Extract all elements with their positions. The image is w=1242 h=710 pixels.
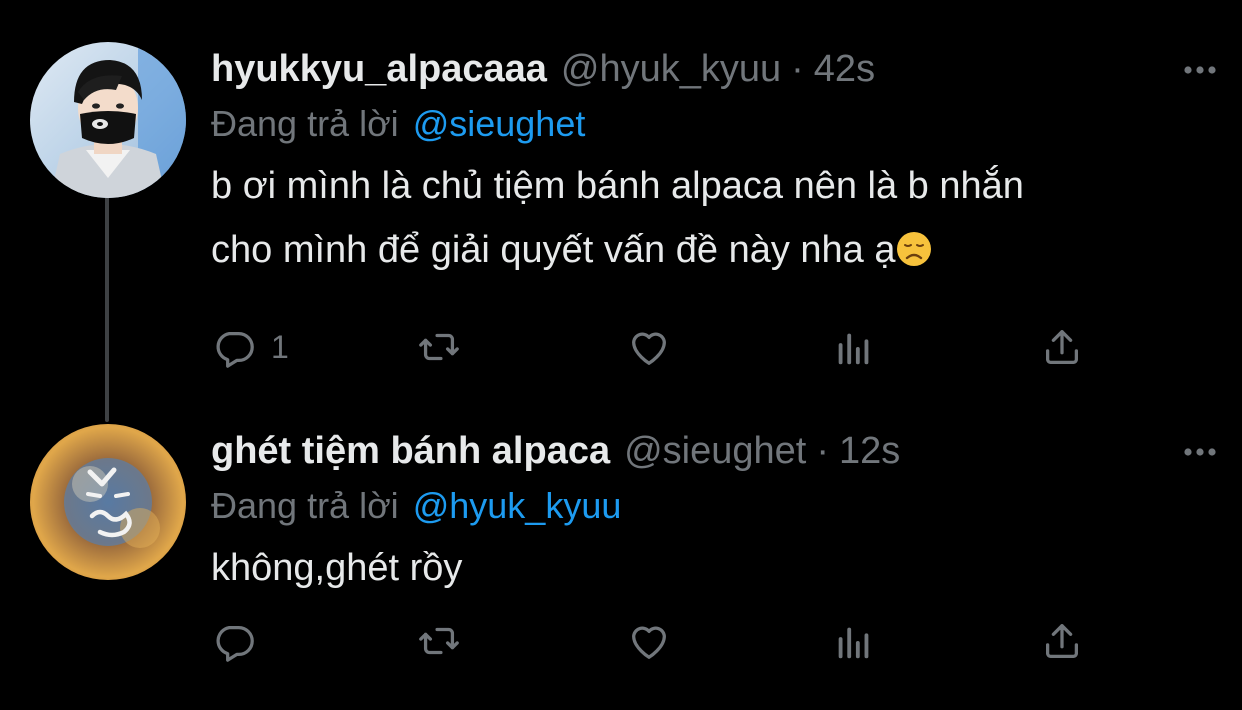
- tweet-content: hyukkyu_alpacaaa @hyuk_kyuu · 42s Đang t…: [211, 38, 1201, 282]
- thread-connector-line: [105, 196, 109, 422]
- tweet-text-content: không,ghét rồy: [211, 547, 463, 589]
- more-icon[interactable]: [1180, 60, 1220, 80]
- reply-count: 1: [271, 328, 289, 365]
- heart-icon: [632, 332, 666, 365]
- replying-to-label: Đang trả lời: [211, 485, 399, 526]
- tweet-content: ghét tiệm bánh alpaca @sieughet · 12s Đa…: [211, 420, 1201, 600]
- display-name[interactable]: ghét tiệm bánh alpaca: [211, 430, 610, 473]
- separator-dot: ·: [816, 429, 829, 472]
- like-button[interactable]: [626, 322, 672, 372]
- like-button[interactable]: [626, 616, 672, 666]
- tweet-header: ghét tiệm bánh alpaca @sieughet · 12s: [211, 420, 1201, 482]
- replying-to: Đang trả lời @hyuk_kyuu: [211, 482, 1201, 530]
- reply-mention-link[interactable]: @hyuk_kyuu: [413, 485, 622, 526]
- retweet-button[interactable]: [416, 616, 462, 666]
- retweet-button[interactable]: [416, 322, 462, 372]
- views-button[interactable]: [831, 322, 877, 372]
- tweet-header: hyukkyu_alpacaaa @hyuk_kyuu · 42s: [211, 38, 1201, 100]
- separator-dot: ·: [791, 47, 804, 90]
- share-icon: [1045, 330, 1079, 364]
- tweet-thread: hyukkyu_alpacaaa @hyuk_kyuu · 42s Đang t…: [0, 0, 1242, 710]
- heart-icon: [632, 626, 666, 659]
- avatar[interactable]: [30, 42, 186, 198]
- display-name[interactable]: hyukkyu_alpacaaa: [211, 48, 547, 91]
- user-handle[interactable]: @sieughet: [624, 430, 806, 473]
- retweet-icon: [419, 333, 459, 361]
- views-button[interactable]: [831, 616, 877, 666]
- share-button[interactable]: [1039, 322, 1085, 372]
- reply-mention-link[interactable]: @sieughet: [413, 103, 586, 144]
- timestamp[interactable]: 12s: [839, 430, 900, 473]
- tweet-text: không,ghét rồy: [211, 536, 1201, 600]
- replying-to-label: Đang trả lời: [211, 103, 399, 144]
- more-icon[interactable]: [1180, 442, 1220, 462]
- reply-icon: [216, 331, 254, 368]
- tweet-actions: [211, 616, 1091, 666]
- share-button[interactable]: [1039, 616, 1085, 666]
- disappointed-face-emoji: [895, 224, 933, 266]
- retweet-icon: [419, 627, 459, 655]
- views-icon: [838, 333, 869, 365]
- replying-to: Đang trả lời @sieughet: [211, 100, 1201, 148]
- tweet-text: b ơi mình là chủ tiệm bánh alpaca nên là…: [211, 154, 1201, 282]
- timestamp[interactable]: 42s: [814, 48, 875, 91]
- tweet-actions: 1: [211, 322, 1091, 372]
- share-icon: [1045, 624, 1079, 658]
- reply-button[interactable]: [211, 616, 271, 666]
- reply-button[interactable]: 1: [211, 322, 289, 372]
- avatar[interactable]: [30, 424, 186, 580]
- reply-icon: [216, 625, 254, 662]
- user-handle[interactable]: @hyuk_kyuu: [561, 48, 781, 91]
- views-icon: [838, 627, 869, 659]
